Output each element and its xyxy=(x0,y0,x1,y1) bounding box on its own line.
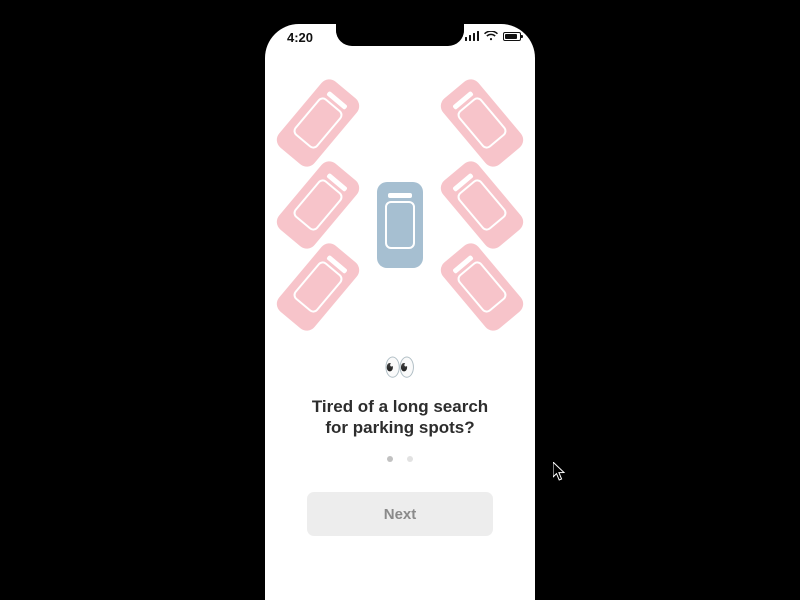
page-dot-active[interactable] xyxy=(387,456,393,462)
eyes-emoji-icon: 👀 xyxy=(265,354,535,380)
page-dot[interactable] xyxy=(407,456,413,462)
parking-illustration xyxy=(265,72,535,312)
car-pink xyxy=(437,75,528,170)
next-button[interactable]: Next xyxy=(307,492,493,536)
car-pink xyxy=(273,157,364,252)
headline-line: Tired of a long search xyxy=(312,397,488,416)
car-pink xyxy=(437,157,528,252)
next-button-label: Next xyxy=(384,506,417,523)
notch xyxy=(336,24,464,46)
battery-icon xyxy=(503,32,521,41)
page-indicator[interactable] xyxy=(265,456,535,462)
onboarding-headline: Tired of a long search for parking spots… xyxy=(289,396,511,439)
cellular-icon xyxy=(465,31,480,41)
mouse-cursor-icon xyxy=(553,462,566,486)
headline-line: for parking spots? xyxy=(325,418,474,437)
wifi-icon xyxy=(484,31,498,41)
car-blue xyxy=(377,182,423,268)
car-pink xyxy=(437,239,528,334)
status-time: 4:20 xyxy=(287,30,313,45)
phone-frame: 4:20 👀 Tired of a long search for parkin… xyxy=(265,24,535,600)
car-pink xyxy=(273,239,364,334)
car-pink xyxy=(273,75,364,170)
